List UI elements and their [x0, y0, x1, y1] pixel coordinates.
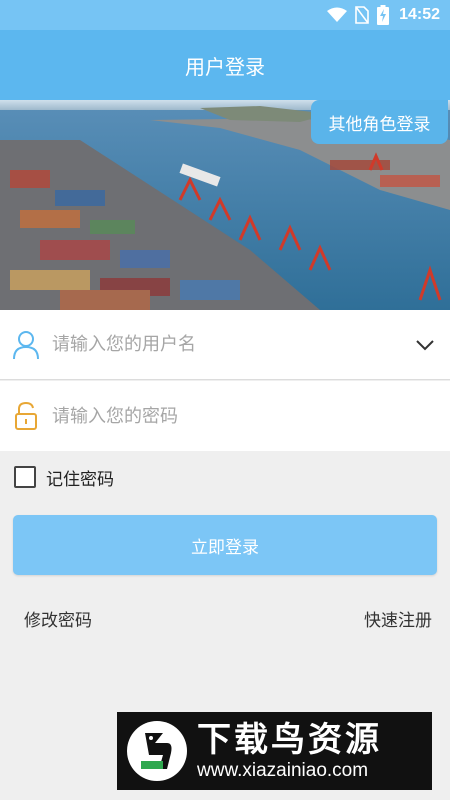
lock-icon: [0, 401, 52, 431]
page-title: 用户登录: [185, 54, 265, 79]
clock: 14:52: [399, 6, 440, 23]
chevron-down-icon[interactable]: [400, 339, 450, 351]
status-bar: 14:52: [0, 0, 450, 30]
change-password-link[interactable]: 修改密码: [24, 606, 92, 631]
watermark: 下载鸟资源 www.xiazainiao.com: [117, 712, 432, 790]
bird-logo-icon: [127, 721, 187, 781]
remember-password-label: 记住密码: [46, 469, 114, 490]
password-input[interactable]: [52, 405, 450, 427]
no-sim-icon: [355, 6, 369, 24]
login-button[interactable]: 立即登录: [13, 515, 437, 575]
title-bar: 用户登录: [0, 30, 450, 100]
checkbox-icon[interactable]: [14, 466, 36, 488]
password-field: [0, 381, 450, 451]
username-input[interactable]: [52, 334, 400, 355]
quick-register-link[interactable]: 快速注册: [364, 606, 432, 631]
watermark-title: 下载鸟资源: [197, 720, 382, 760]
user-icon: [0, 330, 52, 360]
other-role-login-button[interactable]: 其他角色登录: [311, 100, 448, 144]
watermark-url: www.xiazainiao.com: [197, 760, 369, 781]
battery-charging-icon: [377, 5, 390, 25]
wifi-icon: [327, 7, 348, 22]
remember-password-checkbox[interactable]: 记住密码: [14, 463, 114, 491]
username-field: [0, 310, 450, 380]
